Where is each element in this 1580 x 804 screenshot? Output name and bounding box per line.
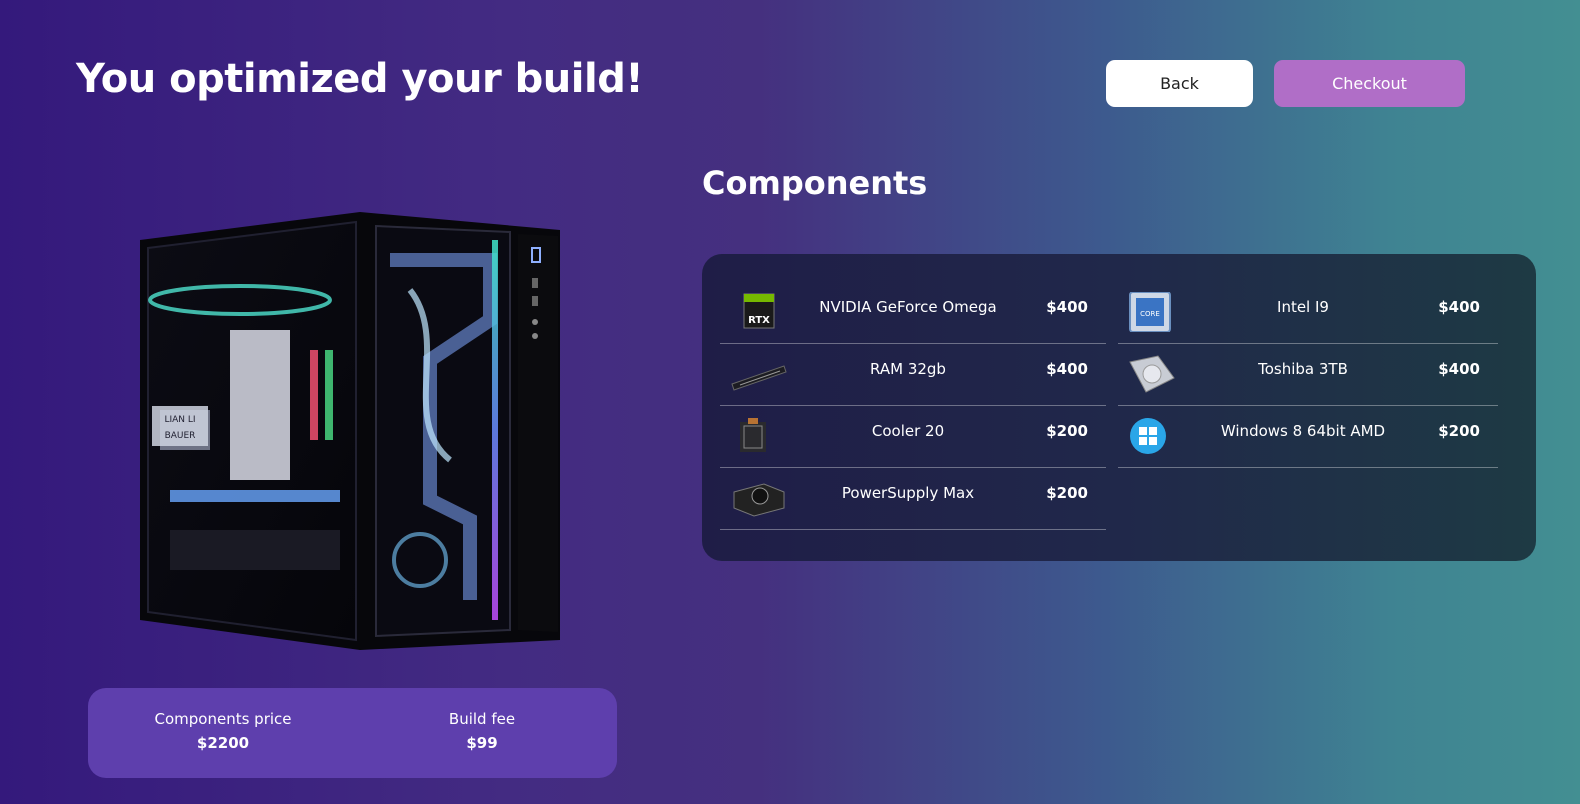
windows-icon [1130,418,1166,454]
components-price-value: $2200 [196,734,250,752]
component-name: Cooler 20 [871,422,945,440]
component-name: NVIDIA GeForce Omega [819,298,997,316]
svg-text:LIAN LI: LIAN LI [164,415,195,425]
component-price: $400 [1046,298,1088,316]
page-title: You optimized your build! [76,56,644,102]
component-row: PowerSupply Max $200 [720,468,1106,530]
components-left-column: RTX NVIDIA GeForce Omega $400 RAM 32gb $… [720,282,1106,530]
component-name: Intel I9 [1277,298,1329,316]
component-name: Windows 8 64bit AMD [1220,422,1386,440]
component-row: Windows 8 64bit AMD $200 [1118,406,1498,468]
component-row: CORE Intel I9 $400 [1118,282,1498,344]
components-price: Components price $2200 [123,710,323,752]
components-price-label: Components price [154,710,292,728]
component-price: $200 [1438,422,1480,440]
component-name: Toshiba 3TB [1258,360,1348,378]
power-supply-icon [733,483,785,517]
component-price: $200 [1046,484,1088,502]
back-button[interactable]: Back [1106,60,1253,107]
hdd-icon [1129,355,1175,393]
price-summary: Components price $2200 Build fee $99 [88,688,617,778]
component-row: Toshiba 3TB $400 [1118,344,1498,406]
cpu-icon: CORE [1129,292,1171,332]
component-name: PowerSupply Max [841,484,975,502]
component-price: $400 [1438,298,1480,316]
build-fee-value: $99 [466,734,498,752]
component-price: $400 [1046,360,1088,378]
build-fee: Build fee $99 [382,710,582,752]
component-price: $400 [1438,360,1480,378]
svg-text:BAUER: BAUER [165,431,196,441]
svg-text:CORE: CORE [1140,310,1160,318]
components-heading: Components [702,164,928,202]
cooler-icon [740,418,766,452]
component-row: Cooler 20 $200 [720,406,1106,468]
component-price: $200 [1046,422,1088,440]
component-name: RAM 32gb [870,360,946,378]
pc-case-image: LIAN LI BAUER [140,212,560,650]
svg-text:RTX: RTX [748,315,770,326]
build-fee-label: Build fee [448,710,516,728]
components-right-column: CORE Intel I9 $400 Toshiba 3TB $400 Wind… [1118,282,1498,468]
checkout-button[interactable]: Checkout [1274,60,1465,107]
components-panel: RTX NVIDIA GeForce Omega $400 RAM 32gb $… [702,254,1536,561]
component-row: RTX NVIDIA GeForce Omega $400 [720,282,1106,344]
ram-icon [731,365,787,391]
component-row: RAM 32gb $400 [720,344,1106,406]
gpu-icon: RTX [743,293,775,329]
